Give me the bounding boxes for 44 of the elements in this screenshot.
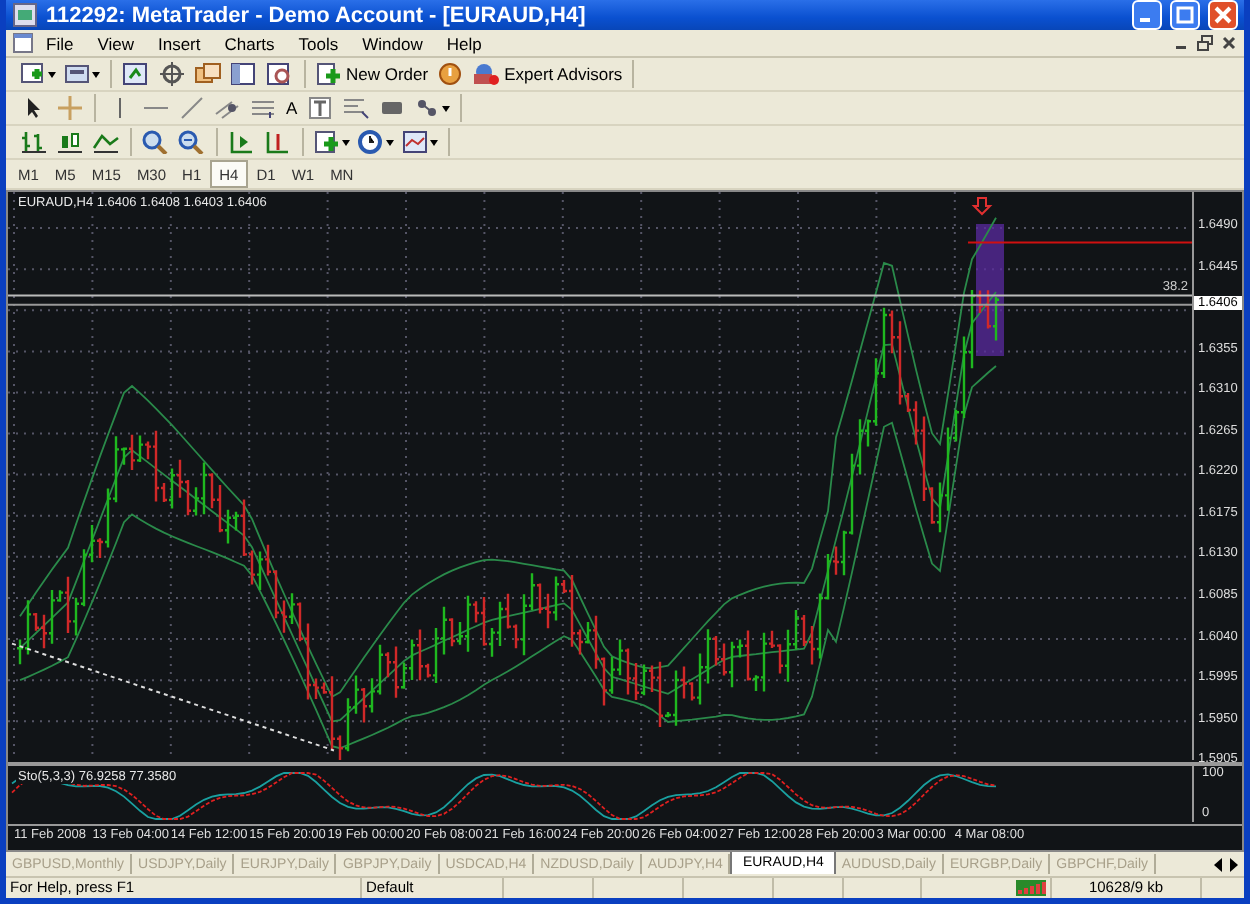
window-title: 112292: MetaTrader - Demo Account - [EURAUD,H4] xyxy=(46,3,588,27)
menu-item[interactable]: View xyxy=(85,33,146,53)
text-label-icon[interactable] xyxy=(303,93,336,123)
expert-advisors-button[interactable]: Expert Advisors xyxy=(470,59,625,89)
profiles-button[interactable] xyxy=(62,59,102,89)
restore-icon[interactable] xyxy=(1196,34,1214,52)
navigator-button[interactable] xyxy=(156,59,188,89)
maximize-button[interactable] xyxy=(1170,0,1200,30)
scroll-right-icon[interactable] xyxy=(1228,858,1240,872)
close-icon[interactable] xyxy=(1220,34,1238,52)
menu-item[interactable]: Tools xyxy=(286,33,351,53)
text-tool-button[interactable]: A xyxy=(284,93,300,123)
menu-item[interactable]: Window xyxy=(350,33,435,53)
templates-button[interactable] xyxy=(400,127,440,157)
data-window-button[interactable] xyxy=(192,59,224,89)
periods-button[interactable] xyxy=(356,127,396,157)
zoom-out-icon[interactable] xyxy=(176,127,208,157)
chart-shift-icon[interactable] xyxy=(262,127,294,157)
scroll-left-icon[interactable] xyxy=(1212,858,1224,872)
document-icon xyxy=(12,32,34,54)
menu-item[interactable]: File xyxy=(34,33,86,53)
indicators-button[interactable] xyxy=(312,127,352,157)
bar-chart-icon[interactable] xyxy=(18,127,50,157)
trendline-icon[interactable] xyxy=(176,93,208,123)
new-order-button[interactable]: New Order xyxy=(314,59,431,89)
close-icon xyxy=(1214,6,1232,24)
minimize-button[interactable] xyxy=(1132,0,1162,30)
candlestick-icon[interactable] xyxy=(54,127,86,157)
expert-advisors-icon xyxy=(472,62,501,86)
terminal-button[interactable] xyxy=(228,59,260,89)
close-button[interactable] xyxy=(1208,0,1238,30)
auto-scroll-icon[interactable] xyxy=(226,127,258,157)
connection-bars-icon xyxy=(1016,879,1046,896)
maximize-icon xyxy=(1176,6,1194,24)
alert-icon[interactable] xyxy=(434,59,467,89)
zoom-in-icon[interactable] xyxy=(140,127,172,157)
menu-item[interactable]: Insert xyxy=(145,33,213,53)
new-chart-button[interactable] xyxy=(18,59,58,89)
market-watch-button[interactable] xyxy=(120,59,152,89)
down-arrow-icon xyxy=(971,197,993,216)
menu-item[interactable]: Help xyxy=(434,33,494,53)
app-icon xyxy=(12,2,38,28)
new-order-icon xyxy=(316,62,342,86)
menu-item[interactable]: Charts xyxy=(212,33,287,53)
